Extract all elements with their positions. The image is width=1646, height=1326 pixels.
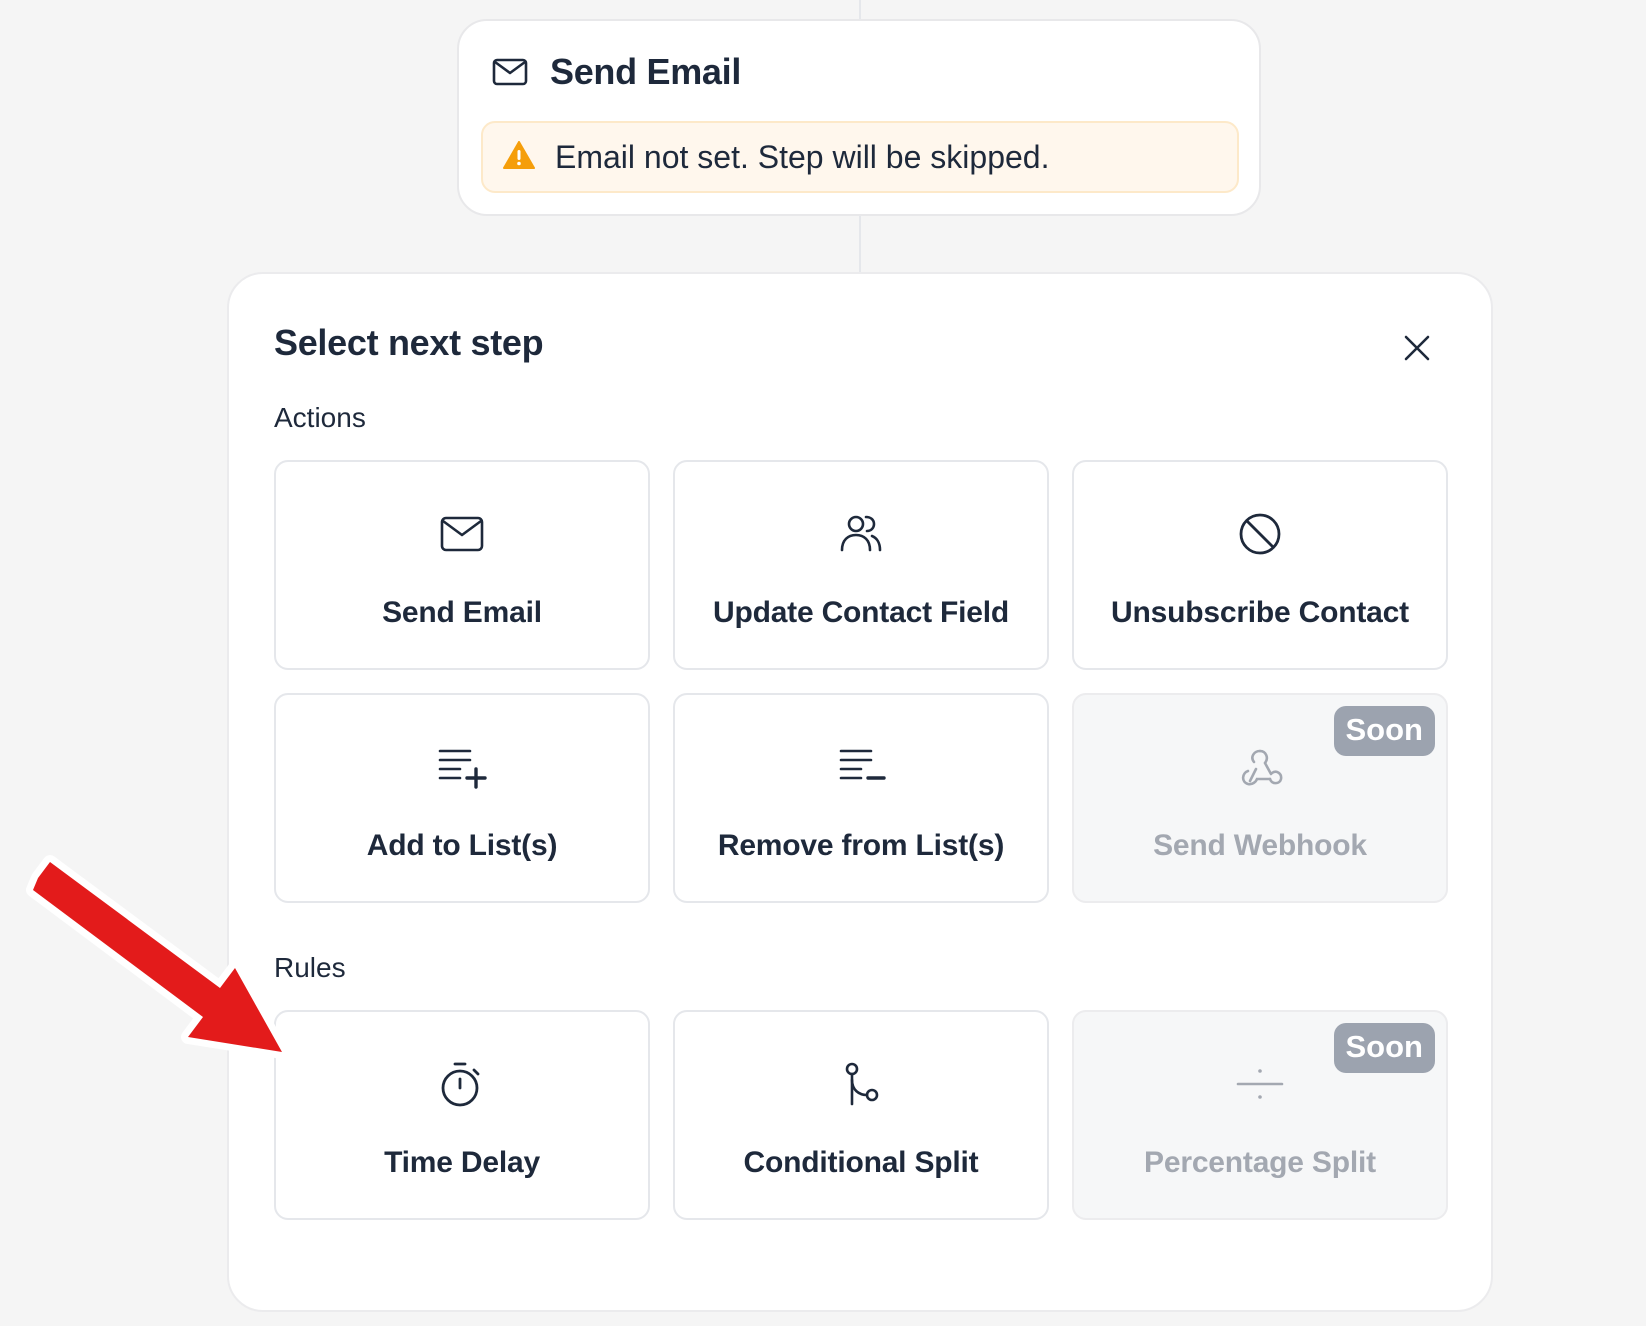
webhook-icon	[1234, 741, 1286, 793]
warning-triangle-icon	[503, 140, 535, 174]
card-label: Remove from List(s)	[717, 829, 1005, 862]
section-label-actions: Actions	[274, 402, 366, 433]
section-label-rules: Rules	[274, 952, 346, 983]
card-send-email[interactable]: Send Email	[274, 460, 650, 670]
divide-icon	[1234, 1058, 1286, 1110]
card-label: Add to List(s)	[366, 829, 558, 862]
card-update-contact-field[interactable]: Update Contact Field	[673, 460, 1049, 670]
mail-icon	[492, 58, 528, 86]
timer-icon	[436, 1058, 488, 1110]
card-conditional-split[interactable]: Conditional Split	[673, 1010, 1049, 1220]
mail-icon	[436, 508, 488, 560]
close-icon[interactable]	[1399, 330, 1435, 366]
list-minus-icon	[835, 741, 887, 793]
soon-badge: Soon	[1333, 706, 1435, 756]
card-label: Conditional Split	[743, 1146, 979, 1179]
card-add-to-lists[interactable]: Add to List(s)	[274, 693, 650, 903]
send-email-node[interactable]: Send Email Email not set. Step will be s…	[457, 19, 1261, 216]
flow-connector-top	[859, 0, 861, 20]
users-icon	[835, 508, 887, 560]
card-percentage-split: Percentage Split Soon	[1072, 1010, 1448, 1220]
card-label: Time Delay	[384, 1146, 540, 1179]
list-plus-icon	[436, 741, 488, 793]
warning-banner: Email not set. Step will be skipped.	[481, 121, 1239, 193]
node-header: Send Email	[492, 51, 741, 93]
card-send-webhook: Send Webhook Soon	[1072, 693, 1448, 903]
card-label: Send Email	[382, 596, 542, 629]
warning-text: Email not set. Step will be skipped.	[555, 138, 1050, 175]
flow-connector	[859, 216, 861, 272]
node-title: Send Email	[550, 51, 742, 92]
card-label: Percentage Split	[1144, 1146, 1376, 1179]
soon-badge: Soon	[1333, 1023, 1435, 1073]
split-icon	[835, 1058, 887, 1110]
panel-title: Select next step	[274, 322, 544, 363]
card-label: Update Contact Field	[712, 596, 1009, 629]
card-label: Send Webhook	[1153, 829, 1367, 862]
card-remove-from-lists[interactable]: Remove from List(s)	[673, 693, 1049, 903]
ban-icon	[1234, 508, 1286, 560]
card-time-delay[interactable]: Time Delay	[274, 1010, 650, 1220]
card-unsubscribe-contact[interactable]: Unsubscribe Contact	[1072, 460, 1448, 670]
card-label: Unsubscribe Contact	[1111, 596, 1409, 629]
select-next-step-panel: Select next step Actions Send Email Upda…	[227, 272, 1493, 1312]
